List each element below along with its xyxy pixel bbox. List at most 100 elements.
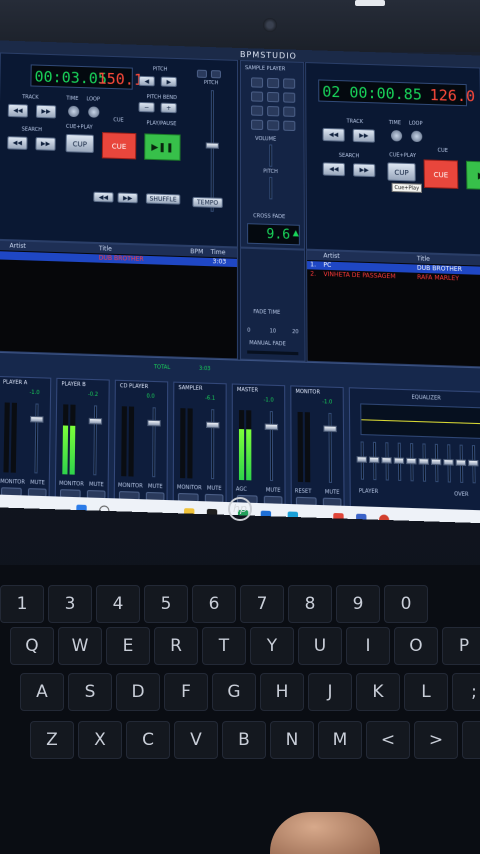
key[interactable]: N (270, 721, 314, 759)
eq-band-cap[interactable] (368, 456, 380, 464)
sample-pad-8[interactable] (267, 105, 280, 117)
eq-band-cap[interactable] (393, 457, 405, 465)
sample-pad-3[interactable] (283, 78, 296, 89)
key[interactable]: E (106, 627, 150, 665)
chrome-icon[interactable] (378, 514, 390, 524)
key[interactable]: B (222, 721, 266, 759)
channel-fader[interactable] (34, 403, 39, 474)
key[interactable]: 7 (240, 585, 284, 623)
channel-fader[interactable] (328, 412, 333, 483)
key[interactable]: 1 (0, 585, 44, 623)
app-icon[interactable] (206, 508, 218, 520)
prev-track-button[interactable]: ◀◀ (7, 103, 29, 118)
channel-fader-cap[interactable] (264, 423, 279, 431)
prev-button[interactable]: ◀◀ (93, 191, 114, 203)
bpm-column-header[interactable]: BPM (190, 248, 203, 256)
key[interactable]: 5 (144, 585, 188, 623)
sample-pad-4[interactable] (251, 91, 264, 102)
key[interactable]: O (394, 627, 438, 665)
channel-fader[interactable] (269, 411, 274, 482)
key[interactable]: 4 (96, 585, 140, 623)
key[interactable]: Z (30, 721, 74, 759)
channel-fader-cap[interactable] (147, 419, 161, 427)
key[interactable]: R (154, 627, 198, 665)
cue-button[interactable]: CUE (101, 132, 137, 160)
tempo-button[interactable]: TEMPO (192, 196, 223, 209)
next-track-button[interactable]: ▶▶ (35, 104, 57, 119)
deck-b-cue-button[interactable]: CUE (423, 159, 459, 189)
eq-band-cap[interactable] (468, 459, 479, 467)
key[interactable]: D (116, 673, 160, 711)
loop-knob-icon[interactable] (88, 106, 100, 118)
eq-band-cap[interactable] (381, 456, 392, 464)
key[interactable]: ; (452, 673, 480, 711)
shuffle-button[interactable]: SHUFFLE (145, 193, 181, 205)
deck-b-time-knob-icon[interactable] (390, 130, 403, 142)
deck-b-next-track-button[interactable]: ▶▶ (352, 128, 375, 143)
key[interactable]: I (346, 627, 390, 665)
key[interactable]: U (298, 627, 342, 665)
deck-b-loop-knob-icon[interactable] (411, 130, 423, 143)
app-icon-3[interactable] (333, 512, 344, 524)
key[interactable]: 6 (192, 585, 236, 623)
key[interactable]: > (414, 721, 458, 759)
channel-fader[interactable] (211, 409, 215, 480)
key[interactable]: ? (462, 721, 480, 759)
pitch-down-button[interactable]: ◀ (138, 75, 155, 87)
key[interactable]: 3 (48, 585, 92, 623)
key[interactable]: K (356, 673, 400, 711)
key[interactable]: Y (250, 627, 294, 665)
sample-play-button[interactable] (283, 120, 296, 132)
file-explorer-icon[interactable] (184, 508, 195, 520)
eq-band-cap[interactable] (443, 458, 454, 466)
sample-pad-9[interactable] (283, 106, 296, 117)
sample-pad-2[interactable] (267, 77, 280, 89)
next-button[interactable]: ▶▶ (117, 192, 138, 204)
key[interactable]: H (260, 673, 304, 711)
channel-fader-cap[interactable] (88, 417, 103, 425)
deck-b-search-forward-button[interactable]: ▶▶ (353, 163, 376, 178)
search-back-button[interactable]: ◀◀ (7, 136, 28, 150)
manual-fade-slider[interactable] (247, 350, 299, 356)
channel-fader-cap[interactable] (206, 421, 220, 429)
key[interactable]: V (174, 721, 218, 759)
key[interactable]: 8 (288, 585, 332, 623)
sample-pad-7[interactable] (251, 105, 264, 116)
eq-band-cap[interactable] (455, 459, 467, 467)
key[interactable]: < (366, 721, 410, 759)
deck-b-cup-button[interactable]: CUP (387, 162, 416, 182)
title-column-header[interactable]: Title (99, 245, 112, 253)
deck-a-option-1[interactable] (196, 69, 207, 78)
sample-stop-button[interactable] (251, 119, 264, 131)
key[interactable]: A (20, 673, 64, 711)
key[interactable]: G (212, 673, 256, 711)
key[interactable]: X (78, 721, 122, 759)
app-icon-2[interactable] (287, 511, 299, 523)
key[interactable]: P (442, 627, 480, 665)
key[interactable]: T (202, 627, 246, 665)
eq-band-cap[interactable] (430, 458, 442, 466)
key[interactable]: 9 (336, 585, 380, 623)
sampler-pitch-fader[interactable] (269, 176, 273, 200)
time-knob-icon[interactable] (68, 105, 80, 118)
eq-band-cap[interactable] (406, 457, 417, 465)
sample-pad-6[interactable] (283, 92, 296, 103)
sample-pause-button[interactable] (267, 120, 280, 131)
bend-up-button[interactable]: + (160, 102, 177, 114)
pitch-fader-cap[interactable] (205, 142, 219, 149)
key[interactable]: J (308, 673, 352, 711)
key[interactable]: F (164, 673, 208, 711)
artist-column-header[interactable]: Artist (323, 252, 339, 260)
deck-a-option-2[interactable] (210, 70, 221, 79)
play-pause-button[interactable]: ▶❚❚ (144, 133, 181, 161)
deck-b-play-button[interactable]: ▶ (465, 160, 480, 191)
key[interactable]: 0 (384, 585, 428, 623)
pitch-up-button[interactable]: ▶ (160, 76, 177, 88)
deck-b-prev-track-button[interactable]: ◀◀ (322, 127, 345, 142)
key[interactable]: L (404, 673, 448, 711)
channel-fader-cap[interactable] (30, 415, 44, 423)
time-column-header[interactable]: Time (211, 249, 226, 257)
title-column-header[interactable]: Title (417, 255, 430, 263)
channel-fader[interactable] (93, 405, 98, 476)
key[interactable]: C (126, 721, 170, 759)
